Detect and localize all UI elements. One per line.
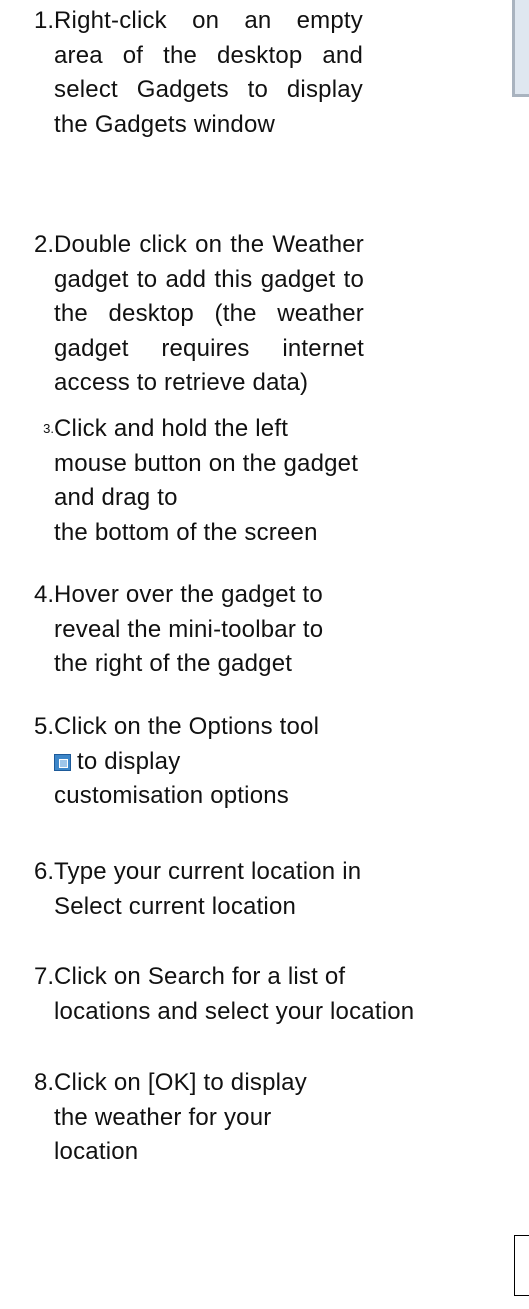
step-number: 5. (33, 713, 54, 740)
step-text: Click on [OK] to display the weather for… (54, 1069, 307, 1165)
step-text: Click and hold the left mouse button on … (54, 415, 359, 546)
step-number: 1. (33, 7, 54, 34)
screenshot-fragment-bottom (514, 1235, 529, 1296)
step-number: 7. (33, 963, 54, 990)
screenshot-fragment-top (512, 0, 529, 97)
step-number: 8. (33, 1069, 54, 1096)
step-number: 3. (43, 421, 54, 436)
step-text: Type your current location in Select cur… (54, 858, 362, 920)
step-number: 4. (33, 581, 54, 608)
step-number: 6. (33, 858, 54, 885)
step-text: Hover over the gadget to reveal the mini… (54, 581, 324, 677)
step-text: Right-click on an empty area of the desk… (54, 7, 363, 138)
step-text: Double click on the Weather gadget to ad… (54, 231, 364, 396)
step-text: Click on Search for a list of locations … (54, 963, 415, 1025)
step-text: Click on the Options tool to display cus… (54, 713, 320, 809)
step-number: 2. (33, 231, 54, 258)
options-tool-icon (54, 753, 71, 771)
